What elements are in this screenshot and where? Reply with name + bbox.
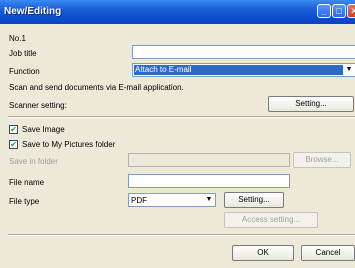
chevron-down-icon[interactable]: ▼	[343, 64, 355, 76]
save-image-checkbox[interactable]: ✔	[9, 125, 18, 134]
cancel-button[interactable]: Cancel	[301, 245, 355, 261]
file-name-label: File name	[9, 178, 45, 187]
save-to-pictures-checkbox[interactable]: ✔	[9, 140, 18, 149]
save-image-label: Save Image	[22, 125, 65, 134]
job-title-input[interactable]	[132, 45, 355, 59]
separator	[8, 234, 355, 236]
save-in-folder-input[interactable]	[128, 153, 290, 167]
file-name-input[interactable]	[128, 174, 290, 188]
maximize-button[interactable]: □	[332, 4, 346, 18]
separator	[8, 116, 355, 118]
file-type-selected-value: PDF	[131, 196, 147, 205]
file-type-label: File type	[9, 197, 40, 206]
title-bar[interactable]: New/Editing _ □ ✕	[0, 0, 355, 24]
access-setting-button[interactable]: Access setting...	[224, 212, 318, 228]
close-button[interactable]: ✕	[347, 4, 355, 18]
job-title-label: Job title	[9, 49, 37, 58]
browse-button[interactable]: Browse...	[293, 152, 351, 168]
window-title: New/Editing	[4, 6, 62, 17]
new-editing-dialog: New/Editing _ □ ✕ No.1 Job title Functio…	[0, 0, 355, 268]
function-label: Function	[9, 67, 40, 76]
function-select[interactable]: Attach to E-mail ▼	[132, 63, 355, 77]
minimize-button[interactable]: _	[317, 4, 331, 18]
function-selected-value: Attach to E-mail	[134, 65, 343, 75]
chevron-down-icon[interactable]: ▼	[203, 194, 215, 206]
file-type-select[interactable]: PDF ▼	[128, 193, 216, 207]
job-number-label: No.1	[9, 34, 26, 43]
save-in-folder-label: Save in folder	[9, 157, 58, 166]
scanner-setting-button[interactable]: Setting...	[268, 96, 354, 112]
file-type-setting-button[interactable]: Setting...	[224, 192, 284, 208]
function-description: Scan and send documents via E-mail appli…	[9, 83, 184, 92]
save-to-pictures-label: Save to My Pictures folder	[22, 140, 116, 149]
scanner-setting-label: Scanner setting:	[9, 101, 67, 110]
ok-button[interactable]: OK	[232, 245, 294, 261]
